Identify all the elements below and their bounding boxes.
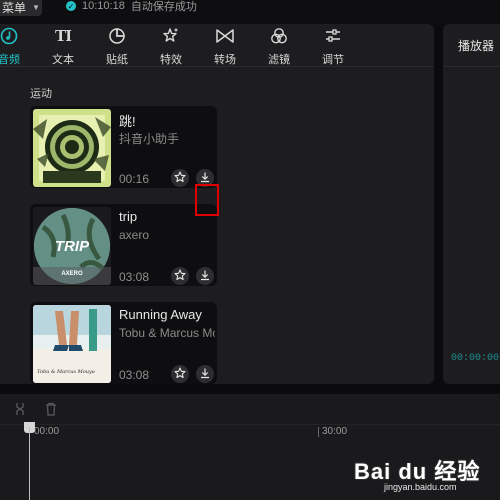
- track-duration: 00:16: [119, 172, 150, 186]
- tick-label: 30:00: [322, 426, 348, 437]
- download-icon: [199, 367, 211, 382]
- autosave-text: 自动保存成功: [130, 1, 197, 13]
- menu-button[interactable]: 菜单 ▼: [0, 0, 42, 16]
- track-artist: Tobu & Marcus Mouya: [119, 326, 215, 340]
- music-card[interactable]: 跳! 抖音小助手 00:16: [30, 106, 217, 188]
- category-tabs: 音频 TI 文本 贴纸 特效 转场 滤镜 调节: [0, 24, 434, 67]
- favorite-button[interactable]: [171, 169, 189, 187]
- cover-brand: AXERO: [61, 271, 83, 277]
- track-artist: axero: [119, 228, 150, 242]
- favorite-button[interactable]: [171, 365, 189, 383]
- delete-icon[interactable]: [45, 402, 57, 419]
- tab-filter-label: 滤镜: [268, 54, 290, 66]
- track-artist: 抖音小助手: [119, 132, 180, 146]
- tab-audio[interactable]: 音频: [0, 24, 34, 66]
- audio-icon: [0, 27, 18, 45]
- sticker-icon: [108, 27, 126, 45]
- chevron-down-icon: ▼: [32, 2, 40, 12]
- download-button[interactable]: [196, 267, 214, 285]
- star-icon: [174, 268, 186, 284]
- filter-icon: [270, 27, 288, 45]
- player-panel: 播放器 00:00:00: [443, 24, 500, 384]
- music-card[interactable]: TRIP AXERO trip axero 03:08: [30, 204, 217, 286]
- album-cover: Tobu & Marcus Mouya: [33, 305, 111, 383]
- menu-label: 菜单: [2, 0, 27, 15]
- tab-effects[interactable]: 特效: [146, 24, 196, 66]
- player-title: 播放器: [458, 39, 495, 53]
- track-title: trip: [119, 209, 138, 224]
- tab-transition-label: 转场: [214, 54, 236, 66]
- player-divider: [443, 66, 500, 67]
- autosave-status: ✓ 10:10:18 自动保存成功: [66, 0, 197, 13]
- player-timecode: 00:00:00: [451, 353, 500, 364]
- tab-transition[interactable]: 转场: [200, 24, 250, 66]
- split-icon[interactable]: [14, 402, 26, 419]
- timeline-toolbar: [0, 394, 500, 425]
- adjust-icon: [324, 27, 342, 45]
- tick-label: 00:00: [34, 426, 60, 437]
- tab-sticker[interactable]: 贴纸: [92, 24, 142, 66]
- download-button[interactable]: [196, 365, 214, 383]
- favorite-button[interactable]: [171, 267, 189, 285]
- category-heading: 运动: [30, 88, 52, 100]
- transition-icon: [215, 27, 235, 45]
- tab-text-label: 文本: [52, 54, 74, 66]
- star-icon: [174, 366, 186, 382]
- music-card[interactable]: Tobu & Marcus Mouya Running Away Tobu & …: [30, 302, 217, 384]
- tick-mark: [318, 427, 319, 437]
- tab-text[interactable]: TI 文本: [38, 24, 88, 66]
- cover-title: TRIP: [55, 238, 90, 255]
- tab-effects-label: 特效: [160, 54, 182, 66]
- tab-sticker-label: 贴纸: [106, 54, 128, 66]
- track-title: Running Away: [119, 307, 202, 322]
- effects-icon: [162, 27, 180, 45]
- track-title: 跳!: [119, 114, 136, 129]
- tab-adjust-label: 调节: [322, 54, 344, 66]
- cover-title: Tobu & Marcus Mouya: [37, 369, 95, 375]
- tab-adjust[interactable]: 调节: [308, 24, 358, 66]
- timeline-ruler[interactable]: 00:00 30:00: [0, 425, 500, 439]
- track-duration: 03:08: [119, 368, 150, 382]
- text-icon: TI: [55, 26, 72, 45]
- album-cover: [33, 109, 111, 187]
- media-panel: 音频 TI 文本 贴纸 特效 转场 滤镜 调节 运动 跳! 抖音小助手 00:1…: [0, 24, 434, 384]
- check-icon: ✓: [66, 1, 76, 11]
- star-icon: [174, 170, 186, 186]
- timeline: 00:00 30:00: [0, 394, 500, 500]
- album-cover: TRIP AXERO: [33, 207, 111, 285]
- highlight-box: [195, 184, 219, 216]
- download-icon: [199, 269, 211, 284]
- autosave-time: 10:10:18: [82, 0, 125, 12]
- track-duration: 03:08: [119, 270, 150, 284]
- tab-audio-label: 音频: [0, 54, 20, 66]
- playhead[interactable]: [29, 427, 30, 500]
- top-bar: 菜单 ▼ ✓ 10:10:18 自动保存成功: [0, 0, 500, 24]
- tab-filter[interactable]: 滤镜: [254, 24, 304, 66]
